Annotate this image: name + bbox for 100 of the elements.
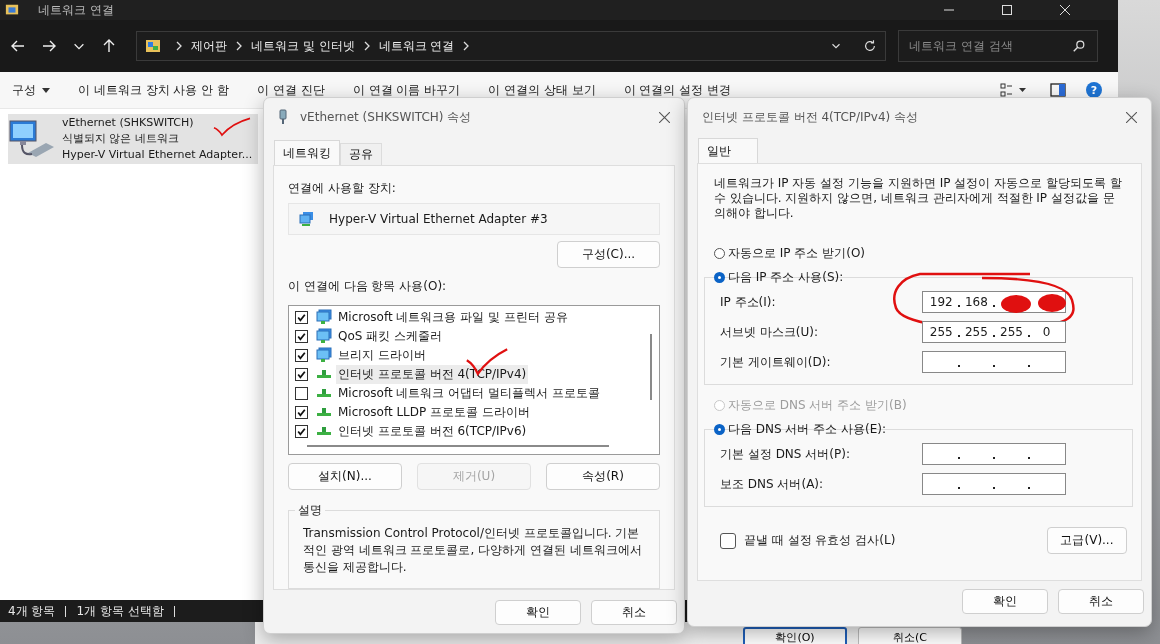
toolbar-button[interactable]: 이 연결의 상태 보기 [480, 77, 604, 103]
radio-label: 다음 DNS 서버 주소 사용(E): [728, 420, 887, 438]
connection-item[interactable]: vEthernet (SHKSWITCH) 식별되지 않은 네트워크 Hyper-V Virtual Ethernet Adapter... [8, 114, 258, 164]
breadcrumb-item[interactable]: 네트워크 및 인터넷 [251, 37, 355, 55]
component-item[interactable]: 브리지 드라이버 [336, 346, 428, 365]
field-label: 기본 설정 DNS 서버(P): [720, 445, 851, 463]
field-label: 보조 DNS 서버(A): [720, 475, 825, 493]
network-icon [316, 328, 332, 345]
toolbar-button[interactable]: 이 연결의 설정 변경 [615, 77, 740, 103]
field-label: IP 주소(I): [720, 293, 777, 311]
ip-address-field[interactable] [922, 351, 1066, 373]
chevron-right-icon [462, 41, 471, 51]
status-text: 4개 항목 [8, 602, 56, 620]
ip-address-field[interactable]: 255 255 255 0 [922, 321, 1066, 343]
ip-address-field[interactable] [922, 443, 1066, 465]
network-icon [299, 211, 315, 227]
configure-button[interactable]: 구성(C)... [557, 241, 660, 268]
control-panel-icon [145, 38, 161, 54]
radio-button[interactable] [714, 247, 725, 259]
search-icon [1072, 39, 1086, 53]
back-arrow-icon[interactable] [10, 38, 26, 54]
address-bar[interactable]: 제어판 네트워크 및 인터넷 네트워크 연결 [136, 31, 886, 61]
component-item[interactable]: Microsoft 네트워크 어댑터 멀티플렉서 프로토콜 [336, 384, 602, 403]
component-item[interactable]: QoS 패킷 스케줄러 [336, 327, 445, 346]
checkbox[interactable] [295, 387, 308, 400]
connection-device: Hyper-V Virtual Ethernet Adapter... [62, 147, 253, 163]
field-label: 서브넷 마스크(U): [720, 323, 819, 341]
chevron-right-icon [362, 41, 371, 51]
dialog-button[interactable]: 취소 [1058, 589, 1144, 614]
tab[interactable]: 공유 [340, 143, 382, 165]
protocol-icon [316, 426, 332, 437]
ip-address-field[interactable] [922, 473, 1066, 495]
network-icon [316, 347, 332, 364]
checkbox[interactable] [295, 311, 308, 324]
close-icon[interactable] [659, 111, 670, 123]
dialog-button[interactable]: 확인 [962, 589, 1048, 614]
connection-status: 식별되지 않은 네트워크 [62, 131, 179, 147]
check-mark-annotation [212, 116, 252, 138]
protocol-icon [316, 407, 332, 418]
checkbox[interactable] [720, 532, 736, 549]
preview-pane-icon[interactable] [1050, 82, 1066, 98]
refresh-icon[interactable] [863, 39, 877, 53]
checkbox-label: 끝낼 때 설정 유효성 검사(L) [744, 532, 896, 549]
device-name: Hyper-V Virtual Ethernet Adapter #3 [329, 212, 548, 226]
dialog-button[interactable]: 속성(R) [546, 463, 660, 490]
search-field[interactable]: 네트워크 연결 검색 [898, 30, 1098, 62]
toolbar-button[interactable]: 이 연결 이름 바꾸기 [344, 77, 469, 103]
status-text: 1개 항목 선택함 [76, 602, 164, 620]
component-item[interactable]: 인터넷 프로토콜 버전 6(TCP/IPv6) [336, 422, 529, 441]
checkbox[interactable] [295, 406, 308, 419]
toolbar-button[interactable]: 구성 [4, 77, 58, 103]
protocol-icon [316, 388, 332, 399]
radio-button[interactable] [714, 423, 725, 435]
chevron-right-icon [175, 41, 183, 51]
tab[interactable]: 네트워킹 [274, 140, 340, 165]
toolbar-button[interactable]: 이 연결 진단 [249, 77, 333, 103]
field-label: 기본 게이트웨이(D): [720, 353, 832, 371]
dialog-button[interactable]: 취소 [591, 600, 677, 625]
maximize-icon[interactable] [1002, 5, 1012, 15]
component-item[interactable]: Microsoft 네트워크용 파일 및 프린터 공유 [336, 308, 570, 327]
window-title: 네트워크 연결 [38, 1, 114, 19]
radio-label: 자동으로 DNS 서버 주소 받기(B) [728, 396, 907, 414]
component-item[interactable]: 인터넷 프로토콜 버전 4(TCP/IPv4) [336, 365, 529, 384]
dialog-title: vEthernet (SHKSWITCH) 속성 [300, 108, 472, 126]
protocol-icon [316, 369, 332, 380]
forward-arrow-icon[interactable] [41, 38, 57, 54]
breadcrumb-item[interactable]: 네트워크 연결 [378, 37, 455, 55]
items-label: 이 연결에 다음 항목 사용(O): [288, 278, 448, 295]
group-title: 설명 [295, 502, 325, 519]
help-icon[interactable]: ? [1086, 82, 1102, 98]
dialog-button[interactable]: 확인 [495, 600, 581, 625]
dialog-button[interactable]: 취소(C [858, 627, 962, 644]
dialog-title: 인터넷 프로토콜 버전 4(TCP/IPv4) 속성 [702, 108, 919, 126]
up-arrow-icon[interactable] [101, 38, 117, 54]
breadcrumb-item[interactable]: 제어판 [191, 37, 227, 55]
close-icon[interactable] [1126, 111, 1137, 123]
toolbar-button[interactable]: 이 네트워크 장치 사용 안 함 [70, 77, 238, 103]
connection-name: vEthernet (SHKSWITCH) [62, 115, 194, 131]
radio-label: 자동으로 IP 주소 받기(O) [728, 244, 866, 262]
view-options-icon[interactable] [1000, 82, 1028, 98]
description-text: Transmission Control Protocol/인터넷 프로토콜입니다. 기본적인 광역 네트워크 프로토콜로, 다양하게 연결된 네트워크에서 통신을 제공합니다. [303, 525, 643, 576]
scrollbar[interactable] [307, 445, 609, 447]
radio-button[interactable] [714, 271, 725, 283]
checkbox[interactable] [295, 349, 308, 362]
network-icon [316, 309, 332, 326]
dialog-button[interactable]: 설치(N)... [288, 463, 402, 490]
dialog-button[interactable]: 확인(O) [743, 627, 847, 644]
scrollbar[interactable] [650, 334, 652, 400]
network-folder-icon [4, 3, 20, 17]
chevron-right-icon [235, 41, 243, 51]
checkbox[interactable] [295, 330, 308, 343]
checkbox[interactable] [295, 425, 308, 438]
radio-label: 다음 IP 주소 사용(S): [728, 268, 844, 286]
advanced-button[interactable]: 고급(V)... [1047, 527, 1127, 554]
cable-plug-icon [278, 109, 288, 125]
component-item[interactable]: Microsoft LLDP 프로토콜 드라이버 [336, 403, 532, 422]
checkbox[interactable] [295, 368, 308, 381]
intro-text: 네트워크가 IP 자동 설정 기능을 지원하면 IP 설정이 자동으로 할당되도록 할 수 있습니다. 지원하지 않으면, 네트워크 관리자에게 적절한 IP 설정값을 문의해야 합니다. [714, 176, 1123, 221]
device-label: 연결에 사용할 장치: [288, 180, 397, 197]
tab[interactable]: 일반 [698, 138, 758, 163]
